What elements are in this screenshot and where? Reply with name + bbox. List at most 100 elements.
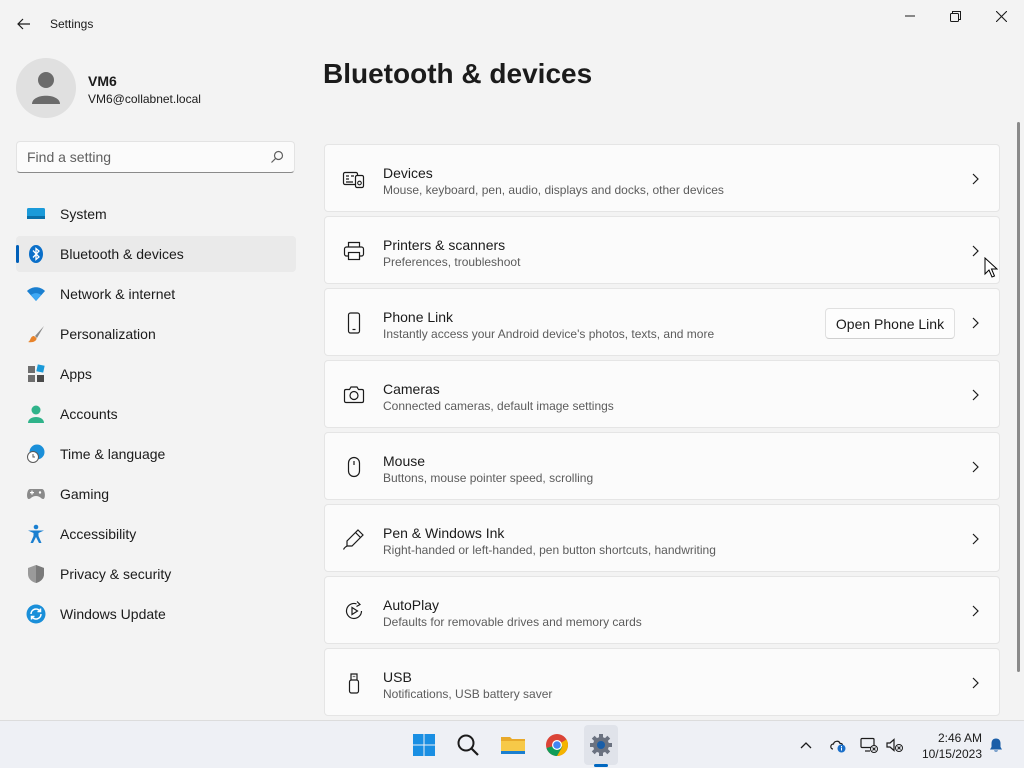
card-description: Buttons, mouse pointer speed, scrolling [383,471,594,485]
usb-icon [348,673,360,694]
settings-taskbar-button[interactable] [585,729,617,761]
pen-windows-ink-card[interactable]: Pen & Windows Ink Right-handed or left-h… [324,504,1000,572]
system-icon [27,208,45,219]
card-title: Phone Link [383,309,454,325]
sidebar-item-label: Network & internet [60,286,176,302]
card-description: Notifications, USB battery saver [383,687,553,701]
update-icon [26,604,46,624]
sidebar-item-network[interactable]: Network & internet [16,276,296,312]
shield-icon [28,565,44,583]
taskbar: 2:46 AM 10/15/2023 [0,720,1024,768]
chevron-right-icon [972,677,979,689]
profile-email: VM6@collabnet.local [88,92,201,106]
file-explorer-icon [501,737,525,754]
search-input[interactable] [27,142,267,172]
close-icon [995,10,1007,22]
sidebar-item-personalization[interactable]: Personalization [16,316,296,352]
phone-link-card[interactable]: Phone Link Instantly access your Android… [324,288,1000,356]
sidebar-item-bluetooth[interactable]: Bluetooth & devices [16,236,296,272]
title-bar: Settings [0,0,1024,48]
pen-icon [342,529,364,550]
taskbar-search-button[interactable] [452,729,484,761]
chevron-right-icon [972,533,979,545]
speaker-muted-icon [886,738,903,752]
card-title: Devices [383,165,433,181]
search-box[interactable] [16,141,295,173]
card-title: Cameras [383,381,440,397]
chevron-right-icon [972,173,979,185]
close-button[interactable] [978,0,1024,32]
start-button[interactable] [408,729,440,761]
sidebar-item-label: System [60,206,107,222]
settings-icon [590,734,612,756]
brush-icon [28,326,44,343]
open-phone-link-button[interactable]: Open Phone Link [825,308,955,339]
globe-clock-icon [27,444,45,463]
sidebar-item-system[interactable]: System [16,196,296,232]
chrome-button[interactable] [541,729,573,761]
minimize-button[interactable] [887,0,933,32]
network-tray-button[interactable] [860,736,878,754]
sidebar-item-accessibility[interactable]: Accessibility [16,516,296,552]
clock-time: 2:46 AM [937,731,982,745]
printers-scanners-card[interactable]: Printers & scanners Preferences, trouble… [324,216,1000,284]
sidebar-item-apps[interactable]: Apps [16,356,296,392]
autoplay-icon [345,601,363,620]
card-description: Instantly access your Android device's p… [383,327,715,341]
accessibility-icon [28,524,44,543]
network-disconnected-icon [860,737,878,753]
sidebar-item-label: Privacy & security [60,566,172,582]
chevron-right-icon [972,461,979,473]
cloud-info-icon [830,740,846,753]
card-description: Defaults for removable drives and memory… [383,615,642,629]
sidebar-item-accounts[interactable]: Accounts [16,396,296,432]
page-title: Bluetooth & devices [323,58,593,89]
card-description: Mouse, keyboard, pen, audio, displays an… [383,183,724,197]
chevron-right-icon [972,605,979,617]
devices-icon [342,171,365,189]
accounts-icon [28,405,44,423]
chevron-right-icon [972,317,979,329]
back-button[interactable] [10,10,38,38]
sidebar-item-label: Bluetooth & devices [60,246,184,262]
mouse-cursor-icon [984,257,998,278]
devices-card[interactable]: Devices Mouse, keyboard, pen, audio, dis… [324,144,1000,212]
chevron-right-icon [972,245,979,257]
file-explorer-button[interactable] [497,729,529,761]
bluetooth-icon [29,245,43,263]
volume-tray-button[interactable] [886,736,904,754]
back-arrow-icon [17,18,30,30]
usb-card[interactable]: USB Notifications, USB battery saver [324,648,1000,716]
gamepad-icon [27,489,45,500]
search-icon[interactable] [270,150,284,164]
sidebar-item-label: Time & language [60,446,166,462]
minimize-icon [905,15,915,17]
settings-list: Devices Mouse, keyboard, pen, audio, dis… [324,144,1000,720]
apps-icon [28,364,45,382]
clock[interactable]: 2:46 AM 10/15/2023 [910,730,982,762]
mouse-icon [347,456,361,478]
sidebar-item-windows-update[interactable]: Windows Update [16,596,296,632]
scrollbar[interactable] [1017,122,1020,672]
sidebar-item-privacy-security[interactable]: Privacy & security [16,556,296,592]
restore-button[interactable] [932,0,978,32]
chrome-icon [546,734,568,756]
show-hidden-icons-button[interactable] [797,736,815,754]
autoplay-card[interactable]: AutoPlay Defaults for removable drives a… [324,576,1000,644]
card-title: USB [383,669,412,685]
cameras-card[interactable]: Cameras Connected cameras, default image… [324,360,1000,428]
avatar[interactable] [16,58,76,118]
onedrive-tray-button[interactable] [829,736,847,754]
sidebar-item-label: Windows Update [60,606,166,622]
sidebar-item-time-language[interactable]: Time & language [16,436,296,472]
sidebar-item-gaming[interactable]: Gaming [16,476,296,512]
sidebar-nav: System Bluetooth & devices Network & int… [16,196,296,636]
clock-date: 10/15/2023 [921,747,982,761]
profile-name: VM6 [88,73,117,89]
start-icon [413,734,435,756]
mouse-card[interactable]: Mouse Buttons, mouse pointer speed, scro… [324,432,1000,500]
chevron-right-icon [972,389,979,401]
notifications-button[interactable] [987,736,1005,754]
printer-icon [343,241,365,261]
bell-icon [990,738,1002,752]
